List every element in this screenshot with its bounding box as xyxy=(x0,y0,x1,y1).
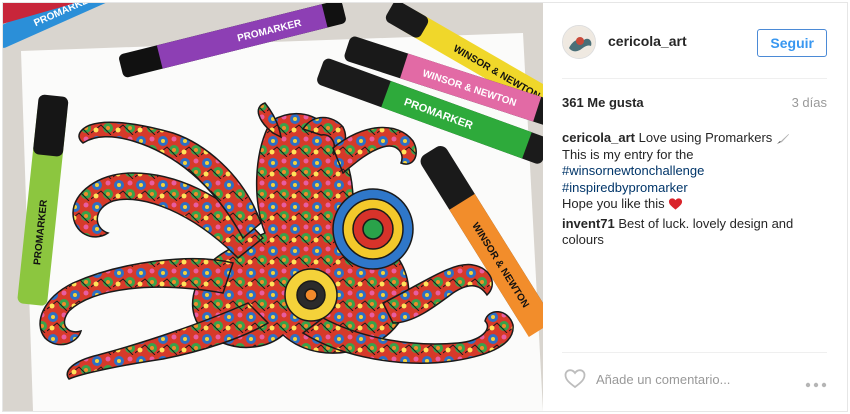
likes-count[interactable]: 361 Me gusta xyxy=(562,95,644,110)
add-comment-input[interactable] xyxy=(596,367,786,391)
post-header: cericola_art Seguir xyxy=(562,23,827,63)
hashtag-link[interactable]: #inspiredbypromarker xyxy=(562,180,688,195)
more-options-icon[interactable] xyxy=(805,375,827,393)
add-comment-row xyxy=(562,363,827,395)
post-age[interactable]: 3 días xyxy=(792,95,827,110)
comment: invent71 Best of luck. lovely design and… xyxy=(562,216,827,249)
avatar-image xyxy=(563,26,595,58)
red-heart-icon xyxy=(669,198,683,210)
comment-username[interactable]: invent71 xyxy=(562,216,615,231)
divider xyxy=(562,352,827,353)
divider xyxy=(562,78,827,79)
caption-text: Love using Promarkers xyxy=(638,130,773,145)
caption-text: This is my entry for the xyxy=(562,146,694,162)
avatar[interactable] xyxy=(562,25,596,59)
heart-outline-icon[interactable] xyxy=(564,369,586,394)
caption-username[interactable]: cericola_art xyxy=(562,130,635,145)
artwork-illustration: PROMARKER PROMARKER WINSOR & NEWTON WINS… xyxy=(3,3,543,411)
username-link[interactable]: cericola_art xyxy=(608,33,687,49)
likes-row: 361 Me gusta 3 días xyxy=(562,95,827,110)
caption-text: Hope you like this xyxy=(562,196,665,211)
caption: cericola_art Love using Promarkers This … xyxy=(562,130,827,213)
follow-button[interactable]: Seguir xyxy=(757,29,827,57)
post-sidebar: cericola_art Seguir 361 Me gusta 3 días … xyxy=(544,3,847,411)
post-card: PROMARKER PROMARKER WINSOR & NEWTON WINS… xyxy=(2,2,848,412)
paintbrush-icon xyxy=(776,134,789,144)
comments-list: cericola_art Love using Promarkers This … xyxy=(562,130,827,252)
post-photo[interactable]: PROMARKER PROMARKER WINSOR & NEWTON WINS… xyxy=(3,3,543,411)
hashtag-link[interactable]: #winsornewtonchallenge xyxy=(562,163,704,178)
